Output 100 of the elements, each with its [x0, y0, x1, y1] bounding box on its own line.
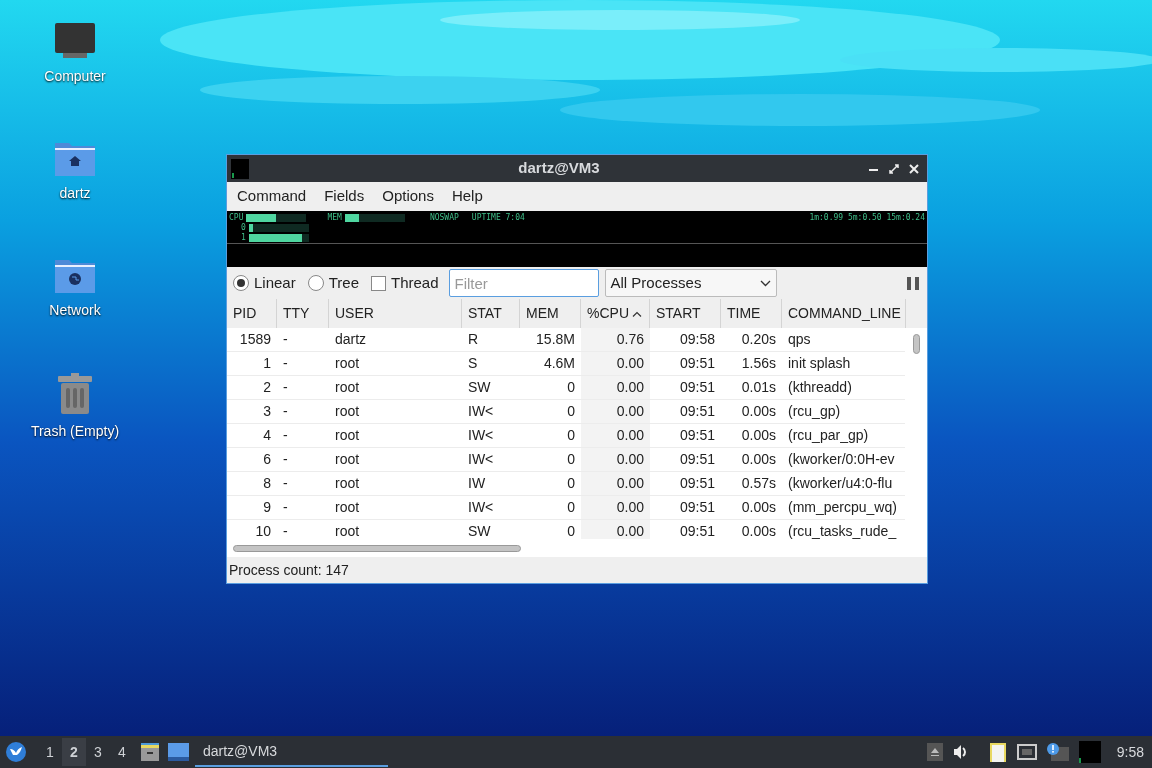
eject-icon[interactable]: [926, 743, 943, 761]
table-cell-text: 0.00: [616, 522, 644, 539]
table-cell-text: 0.00s: [741, 498, 776, 517]
menu-item[interactable]: Fields: [316, 185, 373, 208]
table-cell-text: 4: [263, 426, 271, 445]
table-cell-text: -: [283, 450, 288, 469]
file-cabinet-icon[interactable]: [140, 742, 160, 762]
core-label: 1: [241, 233, 246, 243]
radio-button[interactable]: [233, 275, 249, 291]
process-filter-dropdown[interactable]: All Processes: [604, 269, 777, 297]
table-cell-text: 0: [567, 402, 575, 421]
table-cell-text: IW<: [468, 426, 494, 445]
workspace-button[interactable]: 1: [38, 738, 62, 766]
swap-label: NOSWAP: [429, 213, 459, 223]
table-cell-text: (rcu_par_gp): [788, 426, 869, 445]
table-cell-text: 0.00: [616, 354, 644, 373]
table-cell-text: root: [335, 426, 360, 445]
table-cell-text: 09:51: [679, 450, 715, 469]
table-cell-text: IW<: [468, 402, 494, 421]
volume-icon[interactable]: [952, 744, 969, 760]
table-cell-text: root: [335, 474, 360, 493]
table-cell-text: 4.6M: [543, 354, 575, 373]
table-cell-text: 0.00: [616, 378, 644, 397]
table-cell-text: 9: [263, 498, 271, 517]
table-cell-text: root: [335, 354, 360, 373]
table-cell-text: 0.57s: [741, 474, 776, 493]
table-cell-text: 09:58: [679, 330, 715, 349]
filter-field[interactable]: Filter: [448, 269, 599, 297]
menu-item[interactable]: Options: [374, 185, 442, 208]
close-icon[interactable]: [909, 163, 919, 174]
icon-label[interactable]: Trash (Empty): [30, 421, 120, 442]
table-cell-text: -: [283, 330, 288, 349]
radio-button[interactable]: [307, 275, 324, 291]
radio-label: Tree: [328, 272, 359, 293]
table-cell-text: 09:51: [679, 474, 715, 493]
pause-icon[interactable]: [907, 276, 919, 290]
table-cell-text: SW: [468, 378, 491, 397]
icon-label[interactable]: Network: [49, 300, 101, 321]
table-cell-text: dartz: [335, 330, 367, 349]
table-cell-text: 0: [567, 450, 575, 469]
clock[interactable]: 9:58: [1116, 741, 1144, 763]
vertical-scrollbar-thumb[interactable]: [912, 334, 920, 354]
status-text: Process count: 147: [229, 561, 349, 580]
workspace-button[interactable]: 4: [110, 738, 134, 766]
notification-icon[interactable]: [1046, 743, 1069, 761]
table-cell-text: 0.00s: [741, 450, 776, 469]
table-cell-text: R: [468, 330, 479, 349]
table-cell-text: 0: [567, 378, 575, 397]
table-cell-text: 1: [263, 354, 271, 373]
table-cell-text: root: [335, 498, 360, 517]
table-cell-text: 0.00s: [741, 402, 776, 421]
table-cell-text: -: [283, 426, 288, 445]
uptime-label: UPTIME 7:04: [471, 213, 525, 223]
table-cell-text: 0.01s: [741, 378, 776, 397]
table-cell-text: qps: [788, 330, 811, 349]
load-average: 1m:0.99 5m:0.50 15m:0.24: [809, 213, 925, 223]
table-cell-text: 0.00s: [741, 426, 776, 445]
checkbox[interactable]: [371, 275, 386, 291]
chevron-down-icon: [759, 279, 771, 287]
table-cell-text: -: [283, 402, 288, 421]
table-cell-text: 09:51: [679, 354, 715, 373]
menu-item[interactable]: Help: [443, 185, 491, 208]
meter-label: MEM: [327, 213, 342, 223]
radio-label: Linear: [254, 272, 296, 293]
table-cell-text: IW<: [468, 450, 494, 469]
table-cell-text: (mm_percpu_wq): [788, 498, 897, 517]
workspace-button[interactable]: 2: [62, 738, 86, 766]
table-cell-text: IW: [468, 474, 486, 493]
table-cell-text: 0: [567, 474, 575, 493]
monitor-icon: [54, 22, 96, 60]
window-title: dartz@VM3: [517, 158, 601, 179]
menu-item[interactable]: Command: [229, 185, 315, 208]
table-cell-text: 0.00: [616, 426, 644, 445]
table-cell-text: 0.00: [616, 498, 644, 517]
table-cell-text: (rcu_tasks_rude_: [788, 522, 897, 539]
table-cell-text: 0.00: [616, 402, 644, 421]
checkbox-label: Thread: [391, 272, 439, 293]
table-cell-text: 0.20s: [741, 330, 776, 349]
table-cell-text: 0: [567, 426, 575, 445]
table-cell-text: 0.00: [616, 474, 644, 493]
table-cell-text: root: [335, 378, 360, 397]
table-cell-text: S: [468, 354, 478, 373]
table-cell-text: -: [283, 378, 288, 397]
table-cell-text: root: [335, 402, 360, 421]
network-port-icon[interactable]: [1016, 744, 1037, 760]
table-cell-text: 1.56s: [741, 354, 776, 373]
task-button[interactable]: dartz@VM3: [195, 737, 388, 767]
table-cell-text: init splash: [788, 354, 851, 373]
table-cell-text: root: [335, 450, 360, 469]
table-cell-text: IW<: [468, 498, 494, 517]
bird-logo-icon[interactable]: [6, 742, 26, 762]
maximize-icon[interactable]: [889, 163, 899, 174]
table-cell-text: 09:51: [679, 402, 715, 421]
table-cell-text: 1589: [239, 330, 271, 349]
workspace-button[interactable]: 3: [86, 738, 110, 766]
horizontal-scrollbar-thumb[interactable]: [233, 544, 521, 552]
table-cell-text: 09:51: [679, 426, 715, 445]
clipboard-icon[interactable]: [988, 741, 1007, 763]
terminal-app-icon: [231, 158, 249, 179]
table-cell-text: 2: [263, 378, 271, 397]
